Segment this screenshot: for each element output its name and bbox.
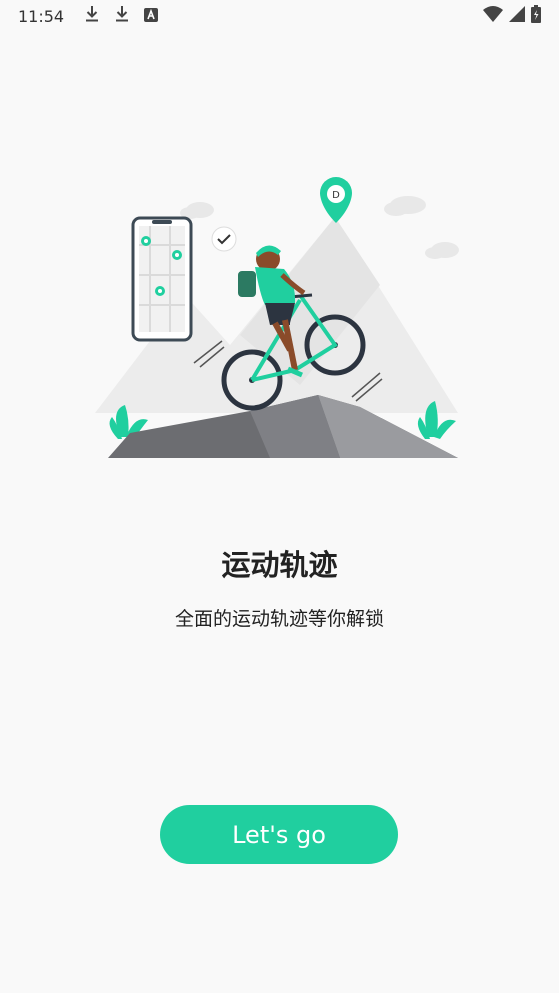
cyclist-illustration-svg: D bbox=[95, 177, 459, 458]
check-badge-icon bbox=[211, 226, 237, 252]
download-icon bbox=[114, 5, 130, 27]
status-left: 11:54 bbox=[18, 5, 159, 27]
signal-icon bbox=[509, 6, 525, 26]
cyclist-illustration: D bbox=[90, 175, 470, 465]
wifi-icon bbox=[483, 6, 503, 26]
svg-text:D: D bbox=[332, 190, 340, 201]
status-right bbox=[483, 5, 541, 27]
status-time: 11:54 bbox=[18, 6, 65, 26]
onboarding-title: 运动轨迹 bbox=[221, 548, 338, 582]
keyboard-a-icon bbox=[144, 7, 159, 26]
download-icon bbox=[84, 5, 100, 27]
location-pin-icon: D bbox=[320, 177, 352, 223]
phone-map-icon bbox=[131, 216, 193, 342]
onboarding-subtitle: 全面的运动轨迹等你解锁 bbox=[174, 608, 384, 630]
status-bar: 11:54 bbox=[0, 0, 559, 32]
lets-go-button[interactable]: Let's go bbox=[160, 805, 398, 864]
battery-icon bbox=[531, 5, 541, 27]
